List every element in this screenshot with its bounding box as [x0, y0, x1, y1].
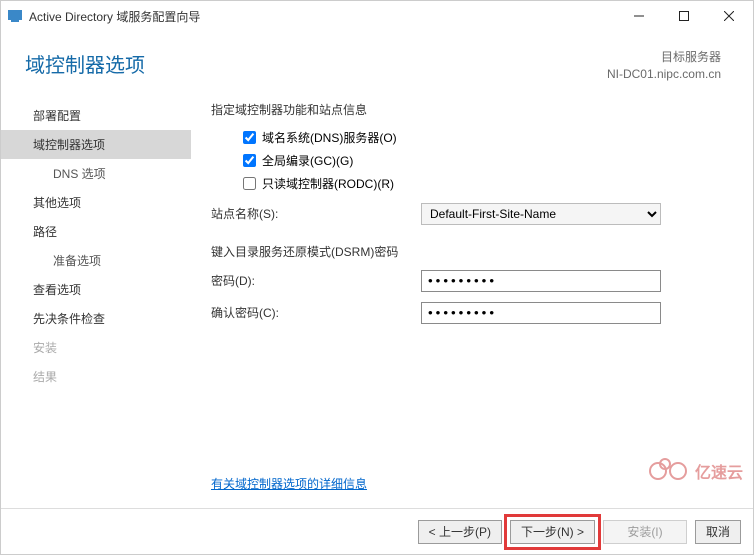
capabilities-label: 指定域控制器功能和站点信息 — [211, 101, 725, 118]
dsrm-label: 键入目录服务还原模式(DSRM)密码 — [211, 243, 725, 260]
sidebar-item-dc-options[interactable]: 域控制器选项 — [1, 130, 191, 159]
site-label: 站点名称(S): — [211, 205, 421, 222]
checkbox-gc-row[interactable]: 全局编录(GC)(G) — [239, 151, 725, 170]
password-input[interactable] — [421, 270, 661, 292]
sidebar: 部署配置 域控制器选项 DNS 选项 其他选项 路径 准备选项 查看选项 先决条… — [1, 101, 191, 391]
close-button[interactable] — [706, 1, 751, 31]
checkbox-gc-label: 全局编录(GC)(G) — [262, 152, 353, 169]
confirm-label: 确认密码(C): — [211, 304, 421, 321]
body: 部署配置 域控制器选项 DNS 选项 其他选项 路径 准备选项 查看选项 先决条… — [1, 89, 753, 391]
cancel-button[interactable]: 取消 — [695, 520, 741, 544]
footer: < 上一步(P) 下一步(N) > 安装(I) 取消 — [1, 508, 753, 554]
confirm-row: 确认密码(C): — [211, 302, 725, 324]
more-info-link[interactable]: 有关域控制器选项的详细信息 — [211, 475, 367, 492]
confirm-password-input[interactable] — [421, 302, 661, 324]
sidebar-item-review[interactable]: 查看选项 — [1, 275, 191, 304]
next-button[interactable]: 下一步(N) > — [510, 520, 595, 544]
sidebar-item-install: 安装 — [1, 333, 191, 362]
prev-button[interactable]: < 上一步(P) — [418, 520, 502, 544]
app-icon — [7, 8, 23, 24]
password-label: 密码(D): — [211, 272, 421, 289]
sidebar-item-prepare[interactable]: 准备选项 — [1, 246, 191, 275]
checkbox-rodc-row[interactable]: 只读域控制器(RODC)(R) — [239, 174, 725, 193]
checkbox-rodc[interactable] — [243, 177, 256, 190]
header: 域控制器选项 目标服务器 NI-DC01.nipc.com.cn — [1, 31, 753, 89]
sidebar-item-results: 结果 — [1, 362, 191, 391]
checkbox-dns-label: 域名系统(DNS)服务器(O) — [262, 129, 397, 146]
sidebar-item-prereq[interactable]: 先决条件检查 — [1, 304, 191, 333]
sidebar-item-deployment[interactable]: 部署配置 — [1, 101, 191, 130]
target-label: 目标服务器 — [607, 49, 721, 66]
site-select[interactable]: Default-First-Site-Name — [421, 203, 661, 225]
sidebar-item-other-options[interactable]: 其他选项 — [1, 188, 191, 217]
watermark-text: 亿速云 — [695, 459, 743, 483]
main-panel: 指定域控制器功能和站点信息 域名系统(DNS)服务器(O) 全局编录(GC)(G… — [191, 101, 753, 391]
checkbox-dns[interactable] — [243, 131, 256, 144]
watermark: 亿速云 — [649, 458, 743, 484]
maximize-button[interactable] — [661, 1, 706, 31]
titlebar: Active Directory 域服务配置向导 — [1, 1, 753, 31]
sidebar-item-paths[interactable]: 路径 — [1, 217, 191, 246]
install-button: 安装(I) — [603, 520, 687, 544]
window-title: Active Directory 域服务配置向导 — [29, 8, 200, 25]
minimize-button[interactable] — [616, 1, 661, 31]
target-server-info: 目标服务器 NI-DC01.nipc.com.cn — [607, 49, 721, 83]
sidebar-item-dns-options[interactable]: DNS 选项 — [1, 159, 191, 188]
target-server: NI-DC01.nipc.com.cn — [607, 66, 721, 83]
page-title: 域控制器选项 — [25, 49, 145, 78]
checkbox-gc[interactable] — [243, 154, 256, 167]
checkbox-dns-row[interactable]: 域名系统(DNS)服务器(O) — [239, 128, 725, 147]
site-row: 站点名称(S): Default-First-Site-Name — [211, 203, 725, 225]
password-row: 密码(D): — [211, 270, 725, 292]
checkbox-rodc-label: 只读域控制器(RODC)(R) — [262, 175, 394, 192]
